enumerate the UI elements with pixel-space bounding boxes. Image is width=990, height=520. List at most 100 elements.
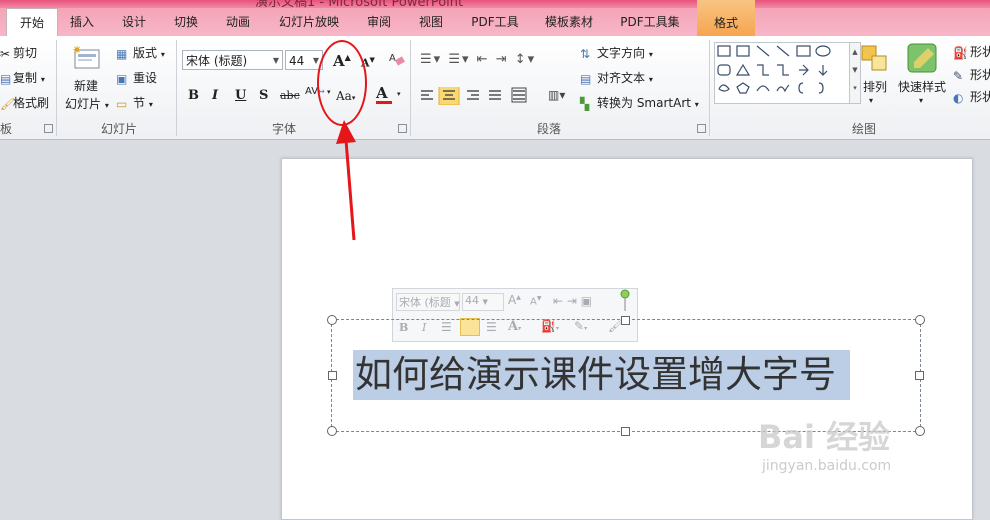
- svg-text:✷: ✷: [72, 44, 82, 57]
- align-text-icon: ▤: [580, 71, 592, 86]
- cut-label: 剪切: [13, 46, 38, 60]
- tab-view[interactable]: 视图: [411, 8, 451, 36]
- chevron-down-icon: ▾: [869, 96, 874, 105]
- shape-outline-label: 形状: [970, 68, 990, 82]
- line-spacing-icon[interactable]: ↕▾: [515, 52, 536, 67]
- bullets-icon[interactable]: ☰▾: [420, 52, 442, 67]
- text-direction-button[interactable]: ⇅ 文字方向 ▾: [580, 44, 653, 61]
- layout-icon: ▦: [116, 46, 128, 61]
- list-buttons[interactable]: ☰▾ ☰▾ ⇤ ⇥ ↕▾: [420, 52, 580, 70]
- format-painter-button[interactable]: 🖌格式刷: [0, 94, 49, 111]
- font-name-combo[interactable]: 宋体 (标题) ▼: [182, 50, 283, 70]
- font-color-label: A: [376, 84, 388, 102]
- shape-fill-button[interactable]: ⛽ 形状: [953, 43, 990, 60]
- copy-button[interactable]: ▤ 复制 ▾: [0, 69, 45, 86]
- new-slide-label[interactable]: 新建: [74, 77, 98, 94]
- font-color-button[interactable]: A: [376, 86, 392, 104]
- resize-handle[interactable]: [915, 315, 925, 325]
- tab-review[interactable]: 审阅: [359, 8, 399, 36]
- tab-format-label: 格式: [713, 16, 738, 30]
- group-divider: [410, 40, 411, 136]
- mini-indent-icons[interactable]: ⇤ ⇥ ▣: [553, 294, 592, 308]
- shapes-icon: [717, 45, 831, 94]
- character-spacing-label: AV: [305, 86, 319, 97]
- text-shadow-button[interactable]: S: [259, 88, 268, 103]
- tab-slideshow[interactable]: 幻灯片放映: [273, 8, 345, 36]
- mini-size-combo[interactable]: 44 ▼: [462, 293, 504, 311]
- align-text-button[interactable]: ▤ 对齐文本 ▾: [580, 69, 653, 86]
- smartart-button[interactable]: ▚ 转换为 SmartArt ▾: [580, 94, 699, 111]
- tab-home[interactable]: 开始: [6, 8, 58, 37]
- resize-handle[interactable]: [327, 315, 337, 325]
- cut-button[interactable]: ✂ 剪切: [0, 44, 37, 61]
- drawing-group-label: 绘图: [852, 122, 877, 136]
- numbering-icon[interactable]: ☰▾: [448, 52, 470, 67]
- scissors-icon: ✂: [0, 46, 11, 61]
- columns-icon[interactable]: ▥▾: [548, 88, 565, 102]
- mini-grow-font-icon[interactable]: A▲: [508, 293, 521, 307]
- tab-pdf-tools[interactable]: PDF工具: [465, 8, 525, 36]
- mini-font-combo[interactable]: 宋体 (标题 ▼: [396, 293, 460, 311]
- italic-button[interactable]: I: [212, 88, 218, 103]
- arrange-icon[interactable]: [860, 44, 890, 74]
- clipboard-launcher-icon[interactable]: [44, 124, 53, 133]
- layout-button[interactable]: ▦ 版式 ▾: [116, 44, 165, 61]
- shape-outline-button[interactable]: ✎ 形状: [953, 66, 990, 83]
- tab-templates[interactable]: 模板素材: [539, 8, 599, 36]
- shapes-gallery[interactable]: [714, 42, 850, 104]
- reset-button[interactable]: ▣ 重设: [116, 69, 157, 86]
- mini-shrink-font-icon[interactable]: A▼: [530, 295, 541, 307]
- resize-handle[interactable]: [327, 426, 337, 436]
- new-slide-label-2: 幻灯片: [65, 97, 102, 111]
- resize-handle[interactable]: [915, 371, 924, 380]
- arrange-button[interactable]: 排列: [863, 78, 887, 95]
- resize-handle[interactable]: [621, 427, 630, 436]
- chevron-down-icon: ▼: [482, 298, 488, 306]
- slide-title-text[interactable]: 如何给演示课件设置增大字号: [353, 350, 850, 400]
- tab-insert[interactable]: 插入: [62, 8, 102, 36]
- chevron-down-icon: ▼: [454, 300, 460, 308]
- bold-button[interactable]: B: [188, 88, 199, 103]
- layout-label: 版式: [133, 46, 158, 60]
- quick-styles-icon[interactable]: [906, 42, 938, 74]
- slide-thumbnail-pane[interactable]: [0, 140, 270, 505]
- baidu-watermark: Bai 经验: [758, 418, 891, 456]
- underline-button[interactable]: U: [235, 88, 246, 103]
- font-size-combo[interactable]: 44 ▼: [285, 50, 323, 70]
- chevron-down-icon[interactable]: ▾: [397, 90, 401, 98]
- new-slide-icon[interactable]: ✷: [72, 43, 102, 72]
- resize-handle[interactable]: [328, 371, 337, 380]
- tab-transitions[interactable]: 切换: [166, 8, 206, 36]
- font-group-label: 字体: [272, 122, 297, 136]
- shape-fill-label: 形状: [970, 45, 990, 59]
- new-slide-dropdown[interactable]: 幻灯片 ▾: [65, 95, 109, 112]
- resize-handle[interactable]: [621, 316, 630, 325]
- paintbrush-icon: 🖌: [0, 96, 16, 111]
- alignment-buttons[interactable]: [419, 85, 549, 106]
- decrease-indent-icon[interactable]: ⇤: [477, 52, 490, 67]
- reset-label: 重设: [133, 71, 158, 85]
- tab-design[interactable]: 设计: [114, 8, 154, 36]
- text-direction-icon: ⇅: [580, 46, 591, 61]
- shape-effects-button[interactable]: ◐ 形状: [953, 88, 990, 105]
- annotation-arrow-icon: [330, 112, 370, 242]
- tab-format[interactable]: 格式: [697, 0, 755, 36]
- clear-formatting-icon[interactable]: A: [388, 50, 406, 68]
- quick-styles-button[interactable]: 快速样式: [898, 78, 946, 95]
- caret-down-icon: ▼: [369, 55, 375, 64]
- smartart-label: 转换为 SmartArt: [597, 96, 691, 110]
- svg-text:A: A: [389, 53, 396, 64]
- strikethrough-button[interactable]: abc: [280, 89, 300, 102]
- increase-indent-icon[interactable]: ⇥: [496, 52, 509, 67]
- group-divider: [176, 40, 177, 136]
- tab-pdf-toolset[interactable]: PDF工具集: [614, 8, 686, 36]
- copy-icon: ▤: [0, 71, 12, 86]
- resize-handle[interactable]: [915, 426, 925, 436]
- font-launcher-icon[interactable]: [398, 124, 407, 133]
- rotation-handle[interactable]: [620, 289, 630, 311]
- mini-font-value: 宋体 (标题: [399, 296, 451, 309]
- section-icon: ▭: [116, 96, 128, 111]
- tab-animations[interactable]: 动画: [218, 8, 258, 36]
- paragraph-launcher-icon[interactable]: [697, 124, 706, 133]
- section-button[interactable]: ▭ 节 ▾: [116, 94, 153, 111]
